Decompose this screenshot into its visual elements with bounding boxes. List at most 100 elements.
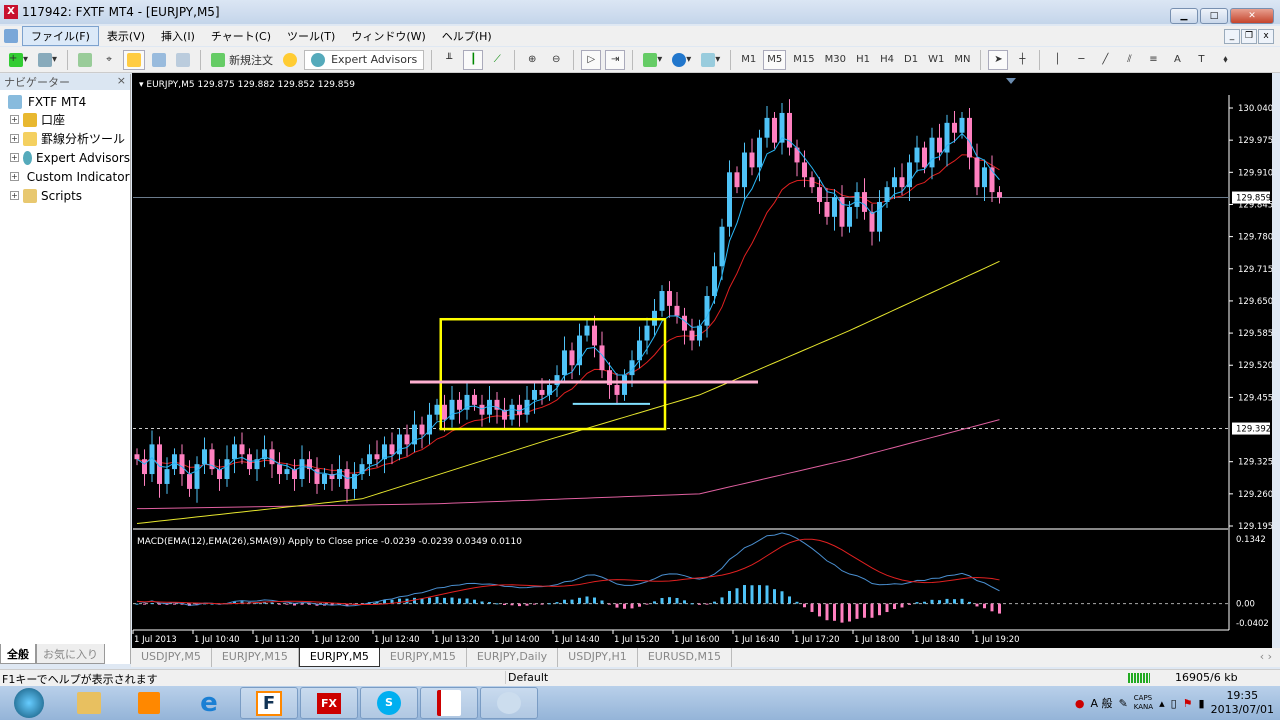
- bar-chart-icon[interactable]: ╨: [439, 50, 459, 70]
- tray-expand-icon[interactable]: ▴: [1159, 697, 1165, 710]
- time-label: 1 Jul 14:00: [494, 635, 540, 645]
- candle: [397, 428, 402, 461]
- candlestick-icon[interactable]: ┃: [463, 49, 484, 70]
- maximize-button[interactable]: □: [1200, 8, 1228, 24]
- mt4-app-icon[interactable]: [420, 687, 478, 719]
- horizontal-line-icon[interactable]: ─: [1071, 50, 1091, 70]
- media-player-icon[interactable]: [120, 687, 178, 719]
- chart-tab-active[interactable]: EURJPY,M5: [298, 648, 380, 667]
- chart-tab[interactable]: USDJPY,H1: [558, 648, 638, 667]
- price-tick-label: 130.040: [1238, 104, 1272, 114]
- menu-window[interactable]: ウィンドウ(W): [343, 27, 433, 45]
- text-icon[interactable]: A: [1167, 50, 1187, 70]
- navigator-item-custom-indicators[interactable]: + Custom Indicators: [0, 167, 130, 186]
- chart-tab[interactable]: EURJPY,M15: [212, 648, 299, 667]
- timeframe-w1[interactable]: W1: [925, 50, 947, 70]
- menu-help[interactable]: ヘルプ(H): [434, 27, 500, 45]
- chart-shift-marker[interactable]: [1006, 78, 1016, 84]
- mdi-restore-button[interactable]: ❐: [1241, 29, 1257, 44]
- timeframe-h4[interactable]: H4: [877, 50, 897, 70]
- new-chart-icon[interactable]: + ▾: [6, 50, 31, 70]
- new-order-button[interactable]: 新規注文: [208, 50, 276, 70]
- zoom-out-icon[interactable]: ⊖: [546, 50, 566, 70]
- start-button[interactable]: [0, 687, 58, 719]
- metaeditor-icon[interactable]: [280, 50, 300, 70]
- chart-tab[interactable]: USDJPY,M5: [131, 648, 212, 667]
- candle: [967, 108, 972, 170]
- timeframe-h1[interactable]: H1: [853, 50, 873, 70]
- network-icon[interactable]: ▯: [1171, 697, 1177, 710]
- macd-histogram-bar: [503, 603, 506, 606]
- explorer-icon[interactable]: [60, 687, 118, 719]
- clock[interactable]: 19:35 2013/07/01: [1211, 689, 1274, 717]
- crosshair-data-icon[interactable]: ⌖: [99, 50, 119, 70]
- macd-histogram-bar: [660, 598, 664, 604]
- navigator-icon[interactable]: [123, 49, 146, 70]
- vertical-line-icon[interactable]: │: [1047, 50, 1067, 70]
- candle: [907, 154, 912, 201]
- navigator-tab-favorites[interactable]: お気に入り: [36, 644, 105, 664]
- time-label: 1 Jul 17:20: [794, 635, 840, 645]
- minimize-button[interactable]: ▁: [1170, 8, 1198, 24]
- internet-explorer-icon[interactable]: e: [180, 687, 238, 719]
- paint-icon[interactable]: [480, 687, 538, 719]
- zoom-in-icon[interactable]: ⊕: [522, 50, 542, 70]
- menu-chart[interactable]: チャート(C): [203, 27, 279, 45]
- menu-view[interactable]: 表示(V): [99, 27, 153, 45]
- price-chart[interactable]: 130.040129.975129.910129.845129.780129.7…: [132, 73, 1272, 648]
- menu-insert[interactable]: 挿入(I): [153, 27, 203, 45]
- tab-scroll-arrows[interactable]: ‹ ›: [1252, 648, 1280, 667]
- mdi-close-button[interactable]: x: [1258, 29, 1274, 44]
- ime-indicator[interactable]: A 般: [1091, 695, 1113, 711]
- candle-body: [749, 152, 755, 168]
- candle: [262, 435, 267, 468]
- navigator-close-icon[interactable]: ×: [117, 74, 126, 90]
- chart-tab[interactable]: EURJPY,M15: [380, 648, 467, 667]
- arrows-icon[interactable]: ⬧: [1215, 50, 1235, 70]
- strategy-tester-icon[interactable]: [173, 50, 193, 70]
- navigator-tab-common[interactable]: 全般: [0, 644, 36, 664]
- menu-file[interactable]: ファイル(F): [22, 26, 99, 46]
- timeframe-d1[interactable]: D1: [901, 50, 921, 70]
- chart-tab[interactable]: EURJPY,Daily: [467, 648, 559, 667]
- timeframe-mn[interactable]: MN: [951, 50, 973, 70]
- timeframe-m15[interactable]: M15: [790, 50, 817, 70]
- timeframe-m30[interactable]: M30: [822, 50, 849, 70]
- crosshair-icon[interactable]: ┼: [1012, 50, 1032, 70]
- profiles-icon[interactable]: ▾: [35, 50, 60, 70]
- auto-scroll-icon[interactable]: ▷: [581, 49, 602, 70]
- navigator-item-analytics[interactable]: + 罫線分析ツール: [0, 129, 130, 148]
- trendline-icon[interactable]: ╱: [1095, 50, 1115, 70]
- timeframe-m1[interactable]: M1: [738, 50, 759, 70]
- indicators-icon[interactable]: ▾: [640, 50, 665, 70]
- market-watch-icon[interactable]: [75, 50, 95, 70]
- text-label-icon[interactable]: T: [1191, 50, 1211, 70]
- fxtf-app-icon[interactable]: F: [240, 687, 298, 719]
- menu-tools[interactable]: ツール(T): [279, 27, 343, 45]
- line-chart-icon[interactable]: ⟋: [487, 50, 507, 70]
- expert-advisors-button[interactable]: Expert Advisors: [304, 49, 425, 70]
- volume-icon[interactable]: ▮: [1199, 697, 1205, 710]
- navigator-item-scripts[interactable]: + Scripts: [0, 186, 130, 205]
- chart-shift-icon[interactable]: ⇥: [605, 49, 626, 70]
- cursor-icon[interactable]: ➤: [988, 49, 1009, 70]
- navigator-item-expert-advisors[interactable]: + Expert Advisors: [0, 148, 130, 167]
- timeframe-m5[interactable]: M5: [763, 49, 787, 70]
- navigator-item-accounts[interactable]: + 口座: [0, 110, 130, 129]
- fibonacci-icon[interactable]: ≡: [1143, 50, 1163, 70]
- fx-app-icon[interactable]: FX: [300, 687, 358, 719]
- navigator-root[interactable]: FXTF MT4: [0, 90, 130, 110]
- equidistant-channel-icon[interactable]: ⫽: [1119, 50, 1139, 70]
- action-center-icon[interactable]: ⚑: [1183, 697, 1193, 710]
- mdi-minimize-button[interactable]: _: [1224, 29, 1240, 44]
- skype-icon[interactable]: S: [360, 687, 418, 719]
- templates-icon[interactable]: ▾: [698, 50, 723, 70]
- chart-tab[interactable]: EURUSD,M15: [638, 648, 732, 667]
- tray-record-icon[interactable]: ●: [1075, 697, 1085, 710]
- periods-icon[interactable]: ▾: [669, 50, 694, 70]
- close-button[interactable]: ✕: [1230, 8, 1274, 24]
- ime-tools-icon[interactable]: ✎: [1119, 697, 1128, 710]
- macd-histogram-bar: [488, 602, 491, 604]
- terminal-icon[interactable]: [149, 50, 169, 70]
- macd-histogram-bar: [638, 603, 641, 607]
